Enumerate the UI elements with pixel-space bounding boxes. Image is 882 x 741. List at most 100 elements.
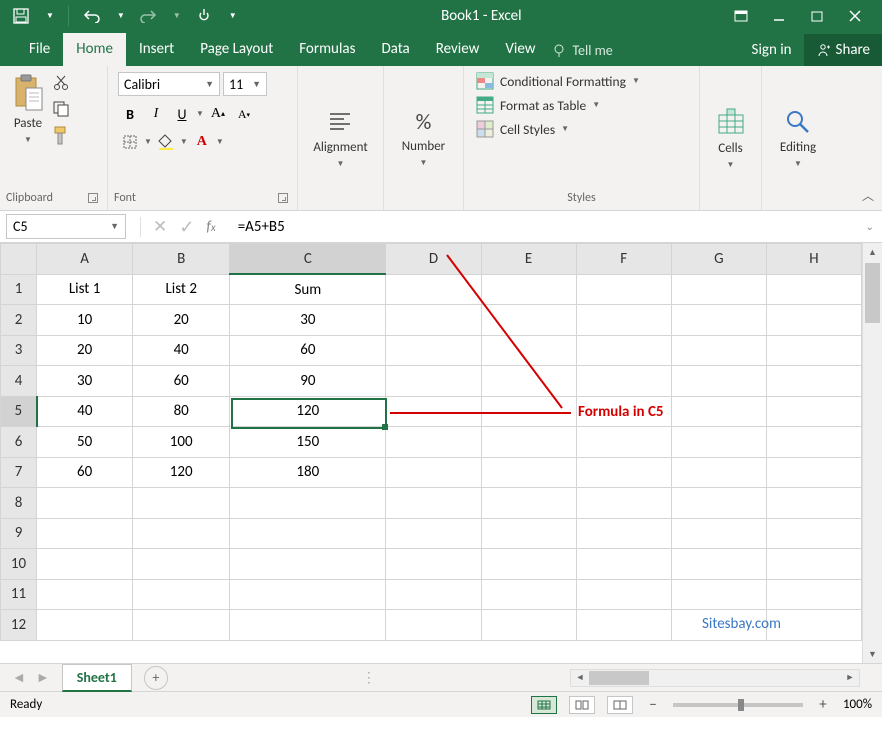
vertical-scrollbar[interactable]: ▲ ▼	[862, 243, 882, 663]
zoom-slider-knob[interactable]	[738, 699, 744, 711]
underline-button[interactable]: U	[170, 102, 194, 126]
scroll-up-icon[interactable]: ▲	[863, 243, 882, 261]
save-icon[interactable]	[12, 7, 30, 25]
cell-C6[interactable]: 150	[230, 427, 386, 458]
cell-E8[interactable]	[481, 488, 576, 519]
cell-C12[interactable]	[230, 610, 386, 641]
column-header-C[interactable]: C	[230, 244, 386, 275]
cell-F6[interactable]	[576, 427, 671, 458]
vertical-scroll-thumb[interactable]	[865, 263, 880, 323]
cell-G10[interactable]	[671, 549, 766, 580]
column-header-B[interactable]: B	[133, 244, 230, 275]
cell-F8[interactable]	[576, 488, 671, 519]
cell-D10[interactable]	[386, 549, 481, 580]
maximize-button[interactable]	[808, 7, 826, 25]
cells-button[interactable]: Cells ▼	[710, 103, 752, 170]
share-button[interactable]: Share	[804, 34, 882, 66]
cell-G8[interactable]	[671, 488, 766, 519]
cell-D11[interactable]	[386, 579, 481, 610]
normal-view-icon[interactable]	[531, 696, 557, 714]
font-color-icon[interactable]: A	[190, 130, 214, 154]
enter-formula-icon[interactable]: ✓	[179, 216, 194, 238]
cell-B7[interactable]: 120	[133, 457, 230, 488]
tell-me[interactable]: Tell me	[548, 35, 616, 66]
zoom-slider[interactable]	[673, 703, 803, 707]
cell-G9[interactable]	[671, 518, 766, 549]
cell-B1[interactable]: List 2	[133, 274, 230, 305]
tab-insert[interactable]: Insert	[126, 33, 187, 66]
sheet-nav-prev-icon[interactable]: ◄	[12, 669, 26, 686]
number-button[interactable]: % Number ▼	[396, 104, 451, 168]
cell-A11[interactable]	[37, 579, 133, 610]
cell-H1[interactable]	[766, 274, 861, 305]
row-header-1[interactable]: 1	[1, 274, 37, 305]
touch-dropdown-icon[interactable]: ▼	[229, 11, 237, 21]
row-header-8[interactable]: 8	[1, 488, 37, 519]
cell-E4[interactable]	[481, 366, 576, 397]
fx-icon[interactable]: fx	[206, 218, 215, 236]
horizontal-scroll-thumb[interactable]	[589, 671, 649, 685]
column-header-D[interactable]: D	[386, 244, 481, 275]
cell-F12[interactable]	[576, 610, 671, 641]
cell-E7[interactable]	[481, 457, 576, 488]
row-header-2[interactable]: 2	[1, 305, 37, 336]
cell-C7[interactable]: 180	[230, 457, 386, 488]
cell-A6[interactable]: 50	[37, 427, 133, 458]
cell-C4[interactable]: 90	[230, 366, 386, 397]
cell-B9[interactable]	[133, 518, 230, 549]
italic-button[interactable]: I	[144, 102, 168, 126]
cell-E1[interactable]	[481, 274, 576, 305]
bold-button[interactable]: B	[118, 102, 142, 126]
alignment-button[interactable]: Alignment ▼	[307, 104, 373, 169]
copy-icon[interactable]	[52, 100, 70, 118]
cell-C2[interactable]: 30	[230, 305, 386, 336]
tab-data[interactable]: Data	[368, 33, 422, 66]
cell-H8[interactable]	[766, 488, 861, 519]
undo-dropdown-icon[interactable]: ▼	[117, 11, 125, 21]
cell-H10[interactable]	[766, 549, 861, 580]
cell-A5[interactable]: 40	[37, 396, 133, 427]
cut-icon[interactable]	[52, 74, 70, 92]
column-header-H[interactable]: H	[766, 244, 861, 275]
scroll-right-icon[interactable]: ►	[841, 672, 859, 683]
column-header-G[interactable]: G	[671, 244, 766, 275]
name-box[interactable]: C5▼	[6, 214, 126, 239]
cell-A3[interactable]: 20	[37, 335, 133, 366]
tab-review[interactable]: Review	[423, 33, 493, 66]
cell-E10[interactable]	[481, 549, 576, 580]
cell-A7[interactable]: 60	[37, 457, 133, 488]
cell-G2[interactable]	[671, 305, 766, 336]
cell-F1[interactable]	[576, 274, 671, 305]
sign-in-button[interactable]: Sign in	[740, 34, 804, 66]
cell-E9[interactable]	[481, 518, 576, 549]
cell-G1[interactable]	[671, 274, 766, 305]
cell-F3[interactable]	[576, 335, 671, 366]
cell-D5[interactable]	[386, 396, 481, 427]
cell-C9[interactable]	[230, 518, 386, 549]
cell-H5[interactable]	[766, 396, 861, 427]
cell-F7[interactable]	[576, 457, 671, 488]
cell-B5[interactable]: 80	[133, 396, 230, 427]
cell-H7[interactable]	[766, 457, 861, 488]
paste-button[interactable]: Paste ▼	[6, 70, 50, 188]
cell-E11[interactable]	[481, 579, 576, 610]
formula-input[interactable]: =A5+B5 ⌄	[230, 211, 882, 242]
row-header-11[interactable]: 11	[1, 579, 37, 610]
cell-C1[interactable]: Sum	[230, 274, 386, 305]
column-header-E[interactable]: E	[481, 244, 576, 275]
sheet-nav-next-icon[interactable]: ►	[36, 669, 50, 686]
row-header-6[interactable]: 6	[1, 427, 37, 458]
cell-A9[interactable]	[37, 518, 133, 549]
cell-E5[interactable]	[481, 396, 576, 427]
increase-font-icon[interactable]: A▴	[206, 102, 230, 126]
row-header-9[interactable]: 9	[1, 518, 37, 549]
cell-B12[interactable]	[133, 610, 230, 641]
cell-B3[interactable]: 40	[133, 335, 230, 366]
tab-home[interactable]: Home	[63, 33, 126, 66]
qat-customize-icon[interactable]: ▼	[46, 11, 54, 21]
column-header-F[interactable]: F	[576, 244, 671, 275]
cell-G3[interactable]	[671, 335, 766, 366]
scroll-down-icon[interactable]: ▼	[863, 645, 882, 663]
format-as-table-button[interactable]: Format as Table▼	[476, 96, 640, 114]
cell-D2[interactable]	[386, 305, 481, 336]
